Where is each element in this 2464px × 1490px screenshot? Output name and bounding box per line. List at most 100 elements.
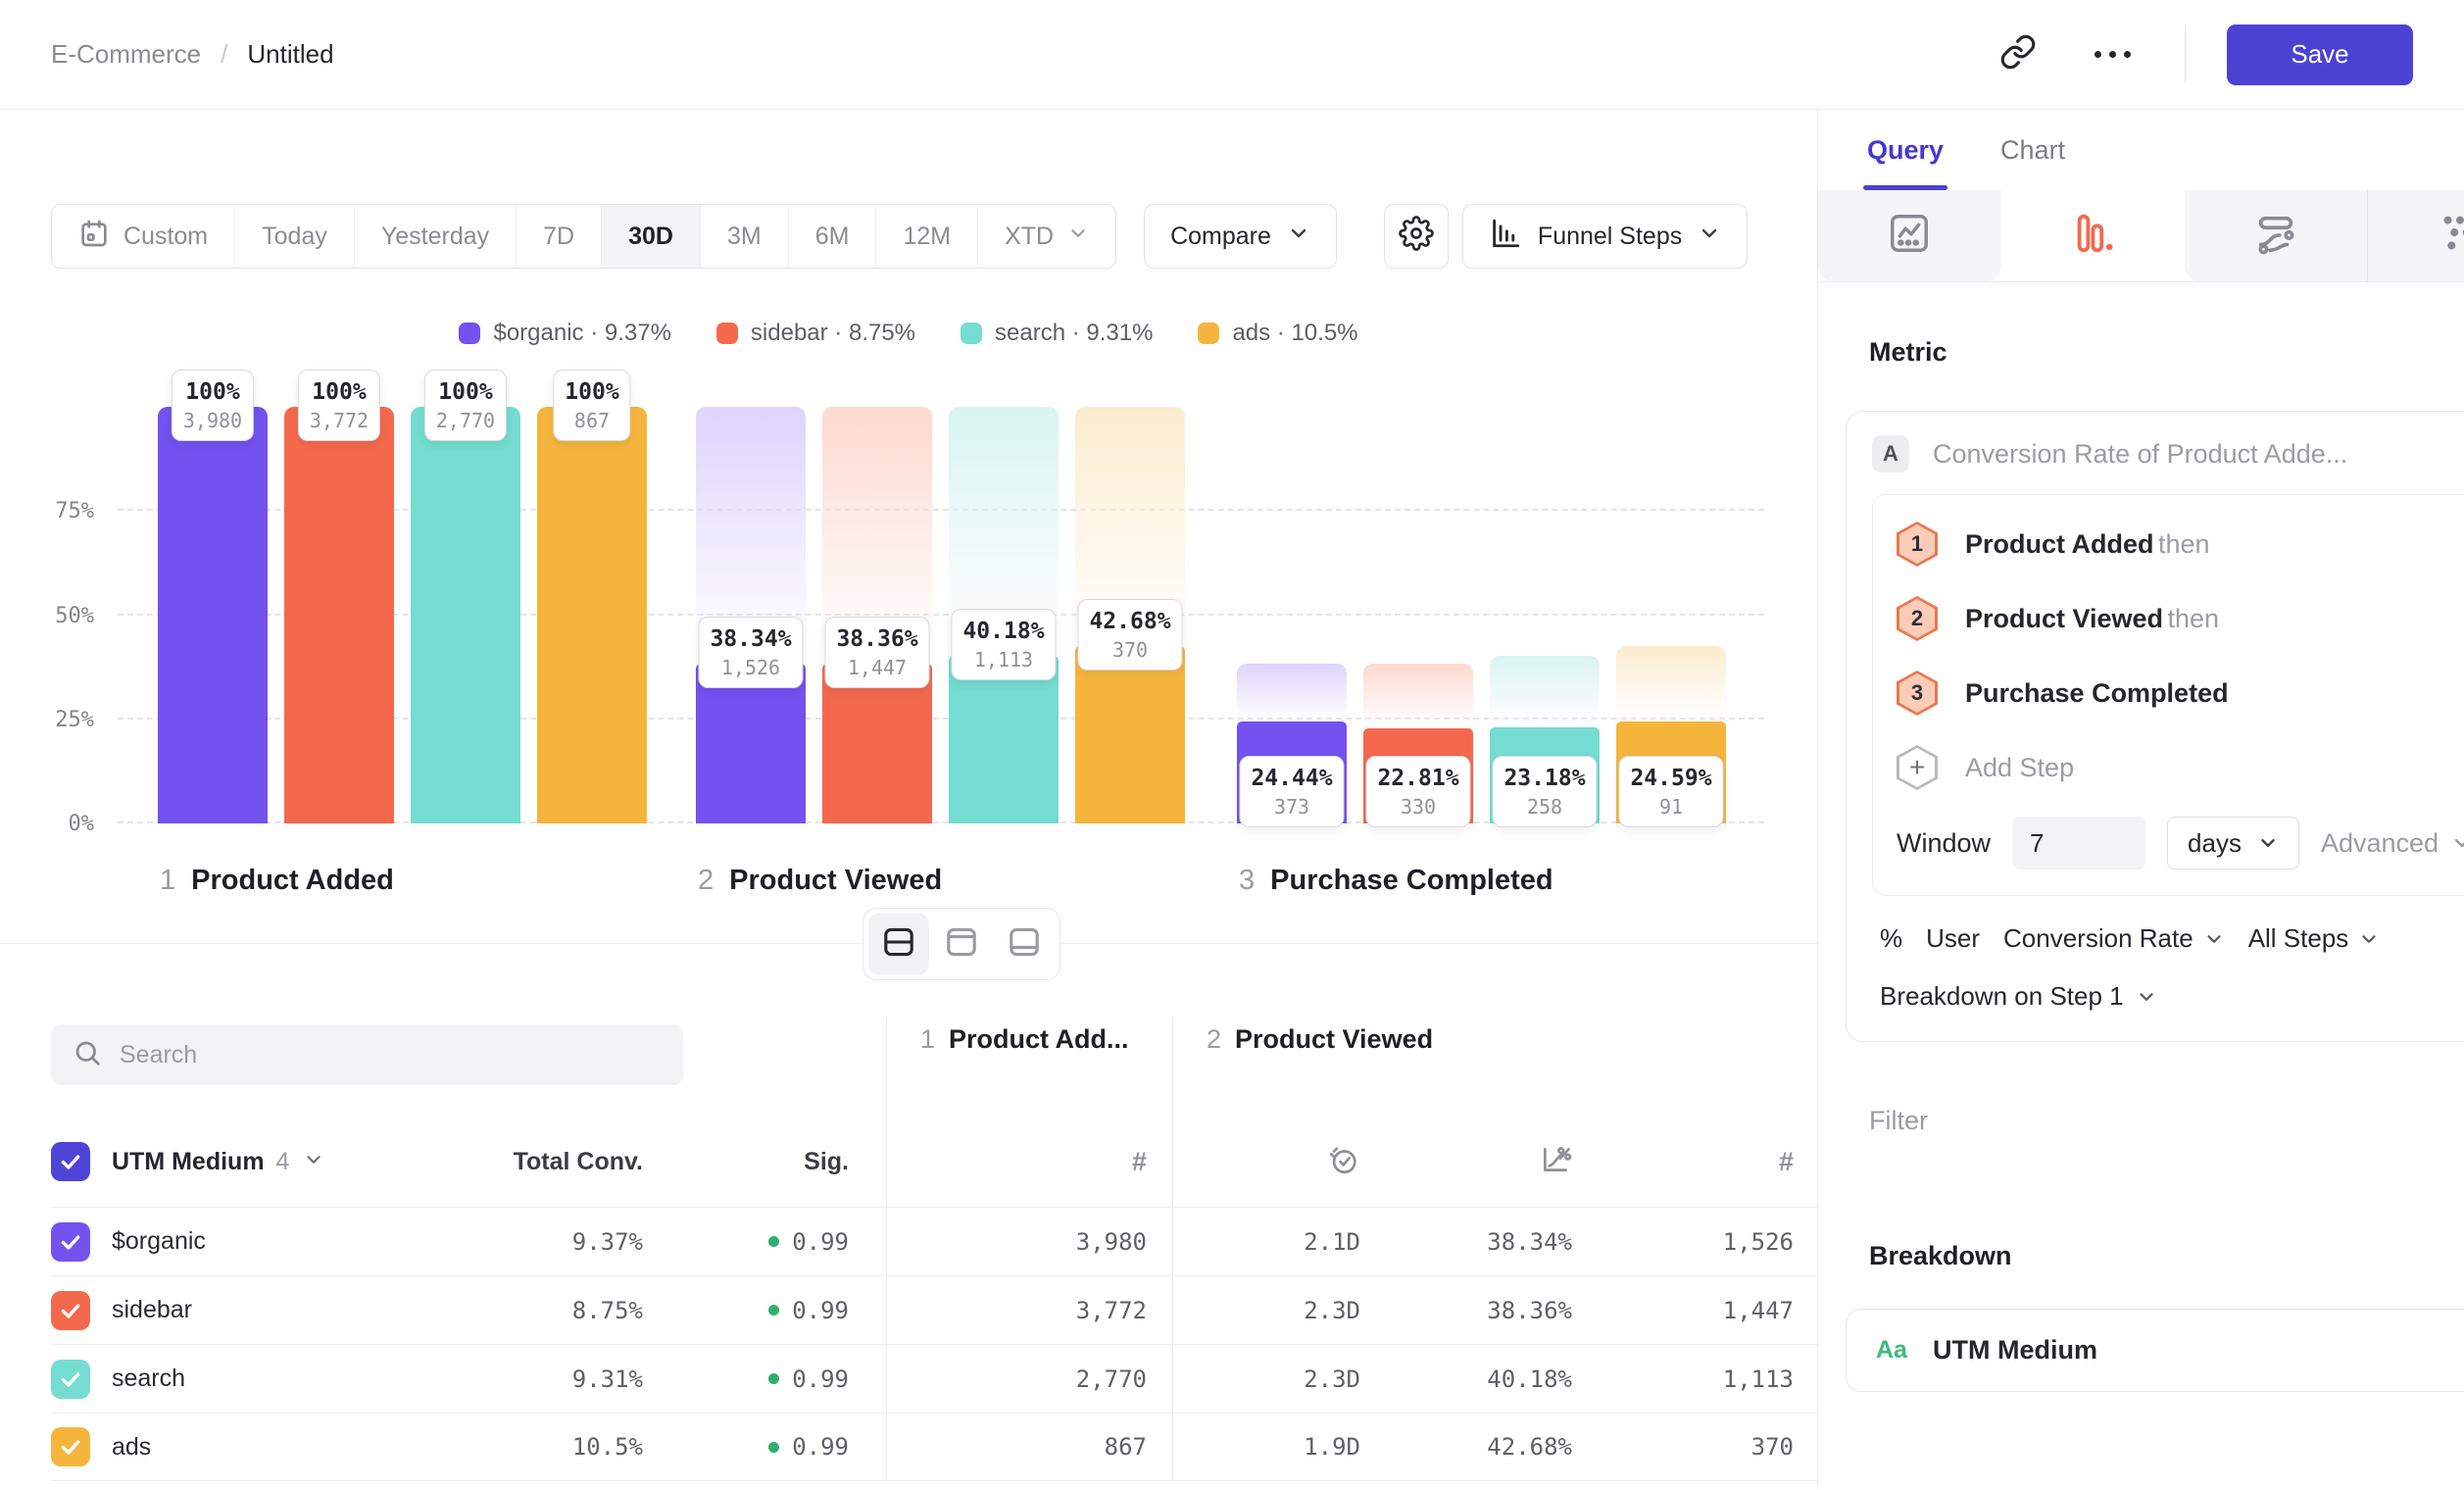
select-all-checkbox[interactable] [51,1142,90,1181]
breadcrumb-separator: / [221,39,227,70]
add-step-button[interactable]: + Add Step [1897,730,2464,805]
metric-card: A Conversion Rate of Product Adde... 1 P… [1846,411,2464,1042]
top-view-icon [944,924,979,965]
chart-type-picker-button[interactable]: Funnel Steps [1462,204,1748,269]
legend-item-ads[interactable]: ads · 10.5% [1198,320,1357,347]
breadcrumb-title[interactable]: Untitled [247,39,333,70]
gear-icon [1399,216,1434,258]
step-number-hexagon-icon: 3 [1897,670,1938,716]
breakdown-label: Breakdown [1869,1241,2012,1271]
chart-settings-button[interactable] [1384,204,1449,269]
row-checkbox[interactable] [51,1360,90,1399]
add-breakdown-button[interactable] [2458,1234,2464,1277]
search-input[interactable] [120,1041,662,1069]
row-significance: 0.99 [643,1207,886,1275]
breakdown-on-step-dropdown[interactable]: Breakdown on Step 1 [1872,981,2464,1016]
step2-column-header: 2 Product Viewed [1172,1018,1817,1117]
query-step-3[interactable]: 3 Purchase Completed [1897,656,2464,730]
measure-metric-label: Conversion Rate [2003,923,2193,954]
bar-pct-label: 100% [436,377,495,408]
range-button-7d[interactable]: 7D [516,205,601,268]
chart-type-tab-funnel-bars[interactable] [2001,190,2185,281]
measure-scope-dropdown[interactable]: All Steps [2248,923,2381,954]
bar-pct-label: 42.68% [1089,607,1170,637]
funnel-bar-search-step2[interactable] [949,656,1059,823]
main-area: Custom Today Yesterday7D30D3M6M12MXTD Comp… [0,110,1817,1489]
step2-subheader-3: # [1596,1117,1817,1207]
save-button[interactable]: Save [2227,25,2413,85]
legend-item-sidebar[interactable]: sidebar · 8.75% [716,320,915,347]
bar-count-label: 370 [1089,637,1170,663]
range-label: Custom [123,223,208,251]
query-step-2[interactable]: 2 Product Viewed then [1897,581,2464,656]
tab-chart[interactable]: Chart [2000,110,2065,190]
string-property-icon: Aa [1876,1336,1907,1365]
metric-badge: A [1872,435,1909,472]
row-step2-rate: 38.36% [1384,1275,1596,1344]
step-event-name: Product Added [1965,529,2154,559]
row-checkbox[interactable] [51,1291,90,1330]
chart-type-tab-scatter-dots[interactable] [2367,190,2464,281]
range-button-12m[interactable]: 12M [875,205,977,268]
range-button-yesterday[interactable]: Yesterday [354,205,516,268]
chart-legend: $organic · 9.37% sidebar · 8.75% search · … [0,320,1817,347]
step-event-name: Purchase Completed [1965,678,2229,708]
compare-button[interactable]: Compare [1144,204,1337,269]
y-axis-tick-label: 25% [0,708,94,732]
metric-summary-row[interactable]: A Conversion Rate of Product Adde... [1872,435,2464,472]
funnel-bar-search-step1[interactable] [411,407,520,823]
range-button-custom[interactable]: Custom [52,205,234,268]
breakdown-section: Breakdown [1869,1234,2464,1277]
range-label: Today [262,223,327,251]
table-row-name-search: search [51,1344,423,1413]
range-button-xtd[interactable]: XTD [977,205,1115,268]
row-checkbox[interactable] [51,1427,90,1466]
bar-count-label: 330 [1377,794,1458,820]
tab-query[interactable]: Query [1867,110,1944,190]
range-button-3m[interactable]: 3M [700,205,788,268]
view-toggle-3[interactable] [994,914,1055,974]
bar-pct-label: 100% [183,377,242,408]
funnel-bar-sidebar-step1[interactable] [284,407,394,823]
strip-divider [2367,190,2368,281]
legend-item-search[interactable]: search · 9.31% [961,320,1153,347]
chevron-down-icon [2358,928,2380,950]
row-step2-rate: 40.18% [1384,1344,1596,1413]
window-value-input[interactable] [2012,817,2145,869]
bar-pct-label: 24.44% [1251,764,1332,794]
funnel-bar-ads-step1[interactable] [537,407,647,823]
group-column-name[interactable]: UTM Medium [112,1148,265,1176]
row-checkbox[interactable] [51,1222,90,1262]
line-chart-icon [1887,211,1932,261]
chart-type-tab-flow-paths[interactable] [2185,190,2368,281]
range-button-6m[interactable]: 6M [788,205,876,268]
row-step1-count: 3,980 [886,1207,1172,1275]
bar-value-label: 24.44%373 [1239,756,1344,827]
measure-row: % User Conversion Rate All Steps [1872,923,2464,954]
view-toggle-2[interactable] [931,914,992,974]
legend-label: sidebar · 8.75% [751,320,915,347]
breakdown-property-card[interactable]: Aa UTM Medium [1846,1309,2464,1392]
range-button-30d[interactable]: 30D [601,205,700,268]
more-menu-button[interactable] [2085,27,2140,82]
bar-count-label: 373 [1251,794,1332,820]
share-link-button[interactable] [1991,27,2045,82]
measure-metric-dropdown[interactable]: Conversion Rate [2003,923,2225,954]
funnel-bar-ads-step2[interactable] [1075,646,1185,823]
step-number-hexagon-icon: 1 [1897,522,1938,567]
measure-user[interactable]: User [1926,923,1980,954]
add-filter-button[interactable] [2458,1099,2464,1142]
query-step-1[interactable]: 1 Product Added then [1897,507,2464,581]
legend-item-organic[interactable]: $organic · 9.37% [459,320,670,347]
bar-pct-label: 24.59% [1630,764,1711,794]
breadcrumb-workspace[interactable]: E-Commerce [51,39,201,70]
table-search[interactable] [51,1024,683,1085]
funnel-bar-organic-step1[interactable] [158,407,268,823]
view-toggle-1[interactable] [868,914,929,974]
row-step2-time: 2.3D [1172,1344,1384,1413]
window-unit-select[interactable]: days [2167,817,2299,869]
chevron-down-icon[interactable] [303,1149,324,1175]
range-button-today[interactable]: Today [234,205,354,268]
advanced-toggle[interactable]: Advanced [2321,828,2464,859]
chart-type-tab-line-chart[interactable] [1818,190,2001,281]
